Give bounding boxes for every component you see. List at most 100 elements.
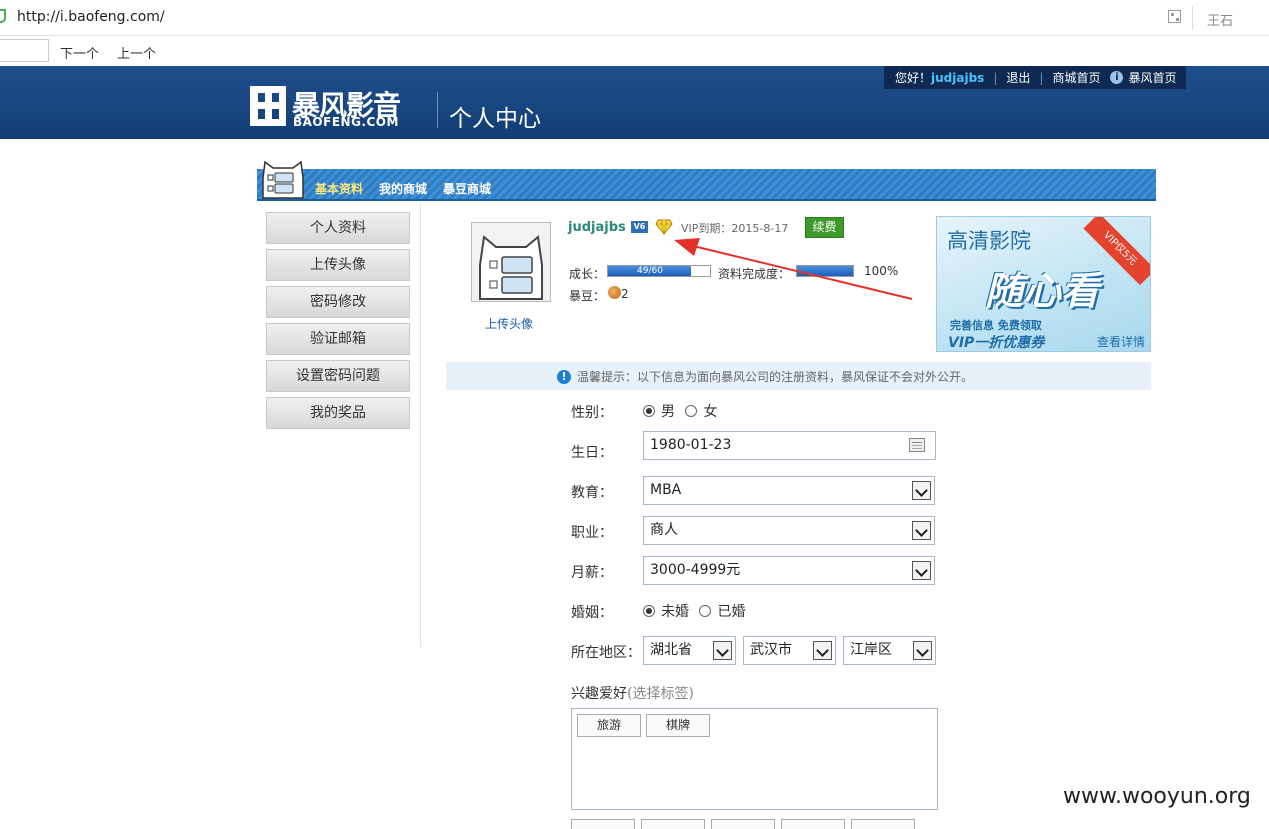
district-select[interactable]: 江岸区: [843, 636, 936, 665]
find-input[interactable]: [0, 39, 49, 62]
mall-home-link[interactable]: 商城首页: [1052, 69, 1100, 86]
toolbar-divider: [1192, 6, 1193, 30]
tag-option[interactable]: [571, 819, 635, 829]
city-select[interactable]: 武汉市: [743, 636, 836, 665]
page-title: 个人中心: [449, 106, 541, 132]
red-arrow-annotation: [674, 238, 913, 300]
gender-option-female[interactable]: 女: [685, 404, 717, 420]
find-bar: 下一个 上一个: [0, 36, 1269, 66]
job-value: 商人: [650, 522, 678, 538]
watermark-text: www.wooyun.org: [1063, 784, 1251, 809]
sidebar-item-verify-email[interactable]: 验证邮箱: [266, 323, 410, 355]
baofeng-home-link[interactable]: 暴风首页: [1128, 69, 1176, 86]
birthday-field[interactable]: 1980-01-23: [643, 431, 936, 460]
chevron-down-icon[interactable]: [912, 481, 931, 500]
notice-bar: ! 温馨提示：以下信息为面向暴风公司的注册资料，暴风保证不会对外公开。: [446, 362, 1151, 390]
gender-radio-group: 男 女: [643, 401, 723, 421]
top-user-nav: 您好！ judjajbs | 退出 | 商城首页 i 暴风首页: [884, 66, 1186, 89]
chevron-down-icon[interactable]: [912, 561, 931, 580]
job-select[interactable]: 商人: [643, 516, 935, 545]
chevron-down-icon[interactable]: [813, 641, 832, 660]
sidebar-item-change-password[interactable]: 密码修改: [266, 286, 410, 318]
ad-banner[interactable]: 高清影院 随心看 完善信息 免费领取 VIP一折优惠券 查看详情 VIP仅5元: [936, 216, 1151, 352]
calendar-icon[interactable]: [909, 438, 925, 452]
bean-value: 2: [621, 287, 629, 301]
marriage-option-married[interactable]: 已婚: [699, 604, 745, 620]
education-label: 教育：: [571, 485, 613, 501]
district-value: 江岸区: [850, 642, 892, 658]
radio-female[interactable]: [685, 405, 698, 417]
address-bar: http://i.baofeng.com/ 王石: [0, 0, 1269, 36]
chevron-down-icon[interactable]: [912, 521, 931, 540]
profile-username: judjajbs: [568, 220, 626, 235]
hobby-tag-travel[interactable]: 旅游: [577, 714, 641, 737]
ad-slogan: 随心看: [985, 269, 1100, 313]
logo-en-text: BAOFENG.COM: [293, 115, 399, 129]
job-label: 职业：: [571, 525, 613, 541]
qr-code-icon[interactable]: [1168, 10, 1181, 23]
chevron-down-icon[interactable]: [913, 641, 932, 660]
mascot-icon: [262, 160, 304, 199]
security-shield-icon: [0, 9, 6, 23]
logout-link[interactable]: 退出: [1006, 69, 1030, 86]
education-value: MBA: [650, 482, 682, 498]
growth-label: 成长：: [569, 267, 606, 281]
tab-bean-mall[interactable]: 暴豆商城: [443, 180, 491, 197]
notice-text: 温馨提示：以下信息为面向暴风公司的注册资料，暴风保证不会对外公开。: [577, 370, 974, 384]
bean-icon: [608, 286, 621, 299]
site-header: 暴风影音 BAOFENG.COM 个人中心 您好！ judjajbs | 退出 …: [0, 66, 1269, 139]
upload-avatar-link[interactable]: 上传头像: [485, 315, 533, 332]
radio-male[interactable]: [643, 405, 655, 417]
ad-coupon: VIP一折优惠券: [948, 335, 1045, 351]
baofeng-logo[interactable]: 暴风影音 BAOFENG.COM: [250, 86, 430, 129]
tag-option[interactable]: [711, 819, 775, 829]
sidebar: 个人资料 上传头像 密码修改 验证邮箱 设置密码问题 我的奖品: [266, 212, 410, 434]
greeting-text: 您好！: [895, 71, 932, 85]
province-value: 湖北省: [650, 642, 692, 658]
avatar[interactable]: [471, 222, 551, 302]
find-prev-button[interactable]: 上一个: [117, 43, 156, 62]
tab-basic-info[interactable]: 基本资料: [315, 180, 363, 197]
marriage-label: 婚姻：: [571, 605, 613, 621]
education-select[interactable]: MBA: [643, 476, 935, 505]
salary-label: 月薪：: [571, 565, 613, 581]
ad-title: 高清影院: [947, 229, 1031, 253]
browser-user-name[interactable]: 王石: [1207, 10, 1233, 29]
info-icon: i: [1110, 71, 1124, 84]
header-divider: [437, 92, 438, 128]
notice-info-icon: !: [557, 370, 571, 384]
birthday-value: 1980-01-23: [650, 437, 732, 453]
logo-mark-icon: [250, 86, 288, 126]
find-next-button[interactable]: 下一个: [60, 43, 99, 62]
tab-list: 基本资料 我的商城 暴豆商城: [315, 180, 491, 197]
ad-details-link[interactable]: 查看详情: [1097, 333, 1145, 350]
birthday-label: 生日：: [571, 445, 613, 461]
url-text[interactable]: http://i.baofeng.com/: [17, 9, 165, 25]
hobby-tag-box[interactable]: 旅游 棋牌: [571, 708, 938, 810]
salary-value: 3000-4999元: [650, 562, 741, 578]
province-select[interactable]: 湖北省: [643, 636, 736, 665]
gender-option-male[interactable]: 男: [643, 404, 675, 420]
content-divider: [420, 204, 421, 647]
salary-select[interactable]: 3000-4999元: [643, 556, 935, 585]
sidebar-item-upload-avatar[interactable]: 上传头像: [266, 249, 410, 281]
sidebar-item-my-prizes[interactable]: 我的奖品: [266, 397, 410, 429]
hobby-tag-chess-cards[interactable]: 棋牌: [646, 714, 710, 737]
sidebar-item-profile[interactable]: 个人资料: [266, 212, 410, 244]
radio-single[interactable]: [643, 605, 655, 617]
tag-option[interactable]: [641, 819, 705, 829]
hobby-label: 兴趣爱好(选择标签): [571, 686, 694, 702]
chevron-down-icon[interactable]: [713, 641, 732, 660]
tag-option[interactable]: [781, 819, 845, 829]
bean-label: 暴豆：: [569, 289, 606, 303]
tag-option[interactable]: [851, 819, 915, 829]
sidebar-item-security-question[interactable]: 设置密码问题: [266, 360, 410, 392]
tab-my-mall[interactable]: 我的商城: [379, 180, 427, 197]
marriage-option-single[interactable]: 未婚: [643, 604, 689, 620]
top-username[interactable]: judjajbs: [931, 71, 984, 85]
ad-subtitle: 完善信息 免费领取: [950, 319, 1042, 332]
default-avatar-icon: [479, 235, 543, 300]
radio-married[interactable]: [699, 605, 712, 617]
marriage-radio-group: 未婚 已婚: [643, 601, 751, 621]
gender-label: 性别：: [571, 405, 613, 421]
